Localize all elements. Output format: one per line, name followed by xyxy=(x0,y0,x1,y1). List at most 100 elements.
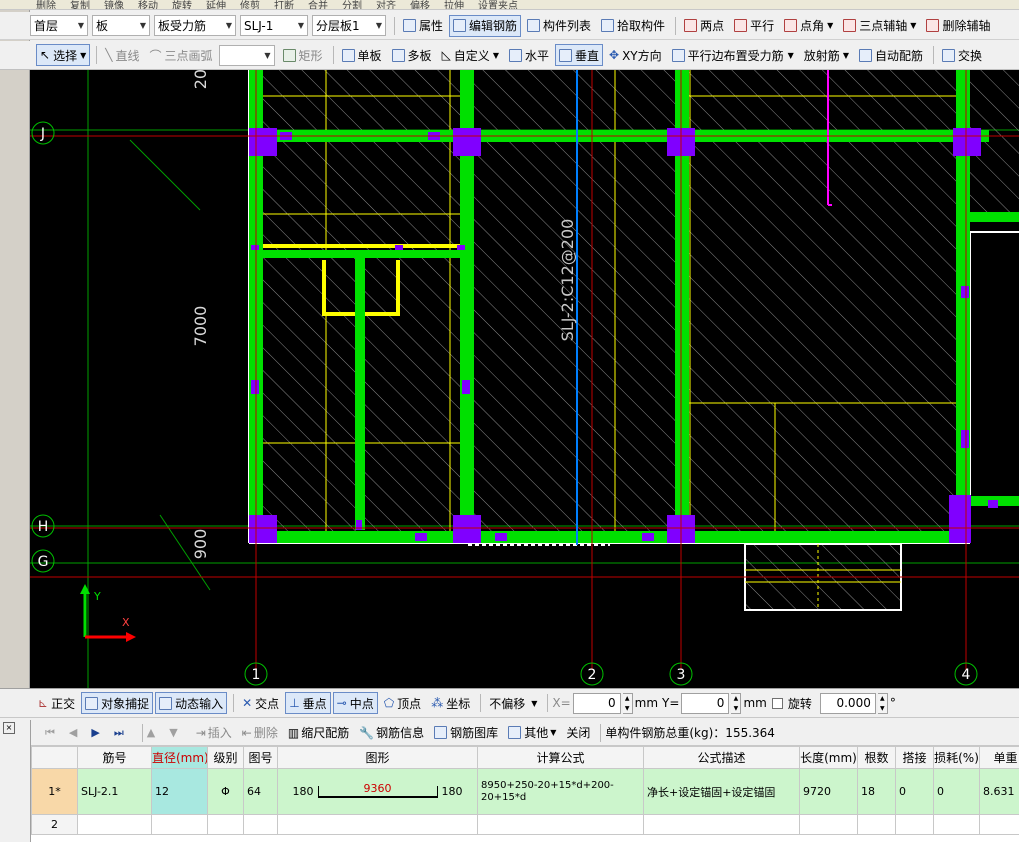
cell-description[interactable] xyxy=(643,814,800,835)
menu-merge[interactable]: 合并 xyxy=(308,0,328,9)
swap-button[interactable]: 交换 xyxy=(938,44,986,66)
cell-length[interactable] xyxy=(799,814,858,835)
row-index[interactable]: 1* xyxy=(31,768,78,815)
move-up-icon[interactable]: ▲ xyxy=(147,726,155,739)
cell-description[interactable]: 净长+设定锚固+设定锚固 xyxy=(643,768,800,815)
drawing-canvas[interactable]: SLJ-2:C12@200 200 7000 900 J H G 1 2 3 4… xyxy=(30,70,1019,688)
cell-lap[interactable]: 0 xyxy=(895,768,934,815)
cell-unit-weight[interactable] xyxy=(979,814,1019,835)
cell-shape-no[interactable] xyxy=(243,814,278,835)
rebar-name-select[interactable]: SLJ-1 ▼ xyxy=(240,15,308,36)
panel-close-icon[interactable]: × xyxy=(3,722,15,734)
custom-button[interactable]: ◺ 自定义 ▼ xyxy=(438,44,503,66)
col-header-lap[interactable]: 搭接 xyxy=(895,746,934,769)
menu-break[interactable]: 打断 xyxy=(274,0,294,9)
line-button[interactable]: ╲ 直线 xyxy=(101,44,143,66)
intersection-snap-button[interactable]: ✕ 交点 xyxy=(238,692,283,714)
prev-record-icon[interactable]: ◀ xyxy=(69,726,77,739)
move-down-icon[interactable]: ▼ xyxy=(169,726,177,739)
cell-formula[interactable]: 8950+250-20+15*d+200-20+15*d xyxy=(477,768,644,815)
cell-length[interactable]: 9720 xyxy=(799,768,858,815)
rebar-info-button[interactable]: 🔧 钢筋信息 xyxy=(355,722,428,744)
menu-set-grip[interactable]: 设置夹点 xyxy=(478,0,518,9)
cell-shape[interactable] xyxy=(277,814,478,835)
next-record-icon[interactable]: ▶ xyxy=(91,726,99,739)
cell-grade[interactable]: Φ xyxy=(207,768,244,815)
x-spinner[interactable]: ▲ ▼ xyxy=(622,692,633,714)
cell-lap[interactable] xyxy=(895,814,934,835)
cell-loss[interactable]: 0 xyxy=(933,768,980,815)
cell-shape-no[interactable]: 64 xyxy=(243,768,278,815)
pick-component-button[interactable]: 拾取构件 xyxy=(597,15,669,37)
multi-slab-button[interactable]: 多板 xyxy=(388,44,436,66)
radial-rebar-button[interactable]: 放射筋 ▼ xyxy=(800,44,853,66)
rect-button[interactable]: 矩形 xyxy=(279,44,327,66)
menu-align[interactable]: 对齐 xyxy=(376,0,396,9)
floor-select[interactable]: 首层 ▼ xyxy=(30,15,88,36)
horizontal-button[interactable]: 水平 xyxy=(505,44,553,66)
rotate-spinner[interactable]: ▲ ▼ xyxy=(877,692,888,714)
cell-shape[interactable]: 180 9360 180 xyxy=(277,768,478,815)
col-header-shape-no[interactable]: 图号 xyxy=(243,746,278,769)
rebar-library-button[interactable]: 钢筋图库 xyxy=(430,722,502,744)
cell-name[interactable]: SLJ-2.1 xyxy=(77,768,152,815)
vertex-snap-button[interactable]: ⬠ 顶点 xyxy=(380,692,425,714)
object-snap-button[interactable]: 对象捕捉 xyxy=(81,692,154,714)
col-header-loss[interactable]: 损耗(%) xyxy=(933,746,980,769)
table-row[interactable]: 2 xyxy=(31,814,1019,835)
cell-formula[interactable] xyxy=(477,814,644,835)
menu-offset[interactable]: 偏移 xyxy=(410,0,430,9)
col-header-name[interactable]: 筋号 xyxy=(77,746,152,769)
layer-select[interactable]: 分层板1 ▼ xyxy=(312,15,386,36)
first-record-icon[interactable]: ⏮ xyxy=(45,726,55,740)
dynamic-input-button[interactable]: 动态输入 xyxy=(155,692,228,714)
close-panel-button[interactable]: 关闭 xyxy=(562,722,594,744)
rebar-type-select[interactable]: 板受力筋 ▼ xyxy=(154,15,236,36)
single-slab-button[interactable]: 单板 xyxy=(338,44,386,66)
component-list-button[interactable]: 构件列表 xyxy=(523,15,595,37)
y-coordinate-input[interactable]: 0 xyxy=(681,692,730,714)
menu-move[interactable]: 移动 xyxy=(138,0,158,9)
parallel-axis-button[interactable]: 平行 xyxy=(730,15,778,37)
point-angle-axis-button[interactable]: 点角 ▼ xyxy=(780,15,837,37)
vertical-button[interactable]: 垂直 xyxy=(554,44,603,66)
cell-diameter[interactable]: 12 xyxy=(151,768,208,815)
two-point-axis-button[interactable]: 两点 xyxy=(680,15,728,37)
insert-row-button[interactable]: ⇥ 插入 xyxy=(192,722,236,744)
x-coordinate-input[interactable]: 0 xyxy=(572,692,621,714)
properties-button[interactable]: 属性 xyxy=(399,15,447,37)
cell-grade[interactable] xyxy=(207,814,244,835)
three-point-axis-button[interactable]: 三点辅轴 ▼ xyxy=(839,15,920,37)
parallel-edge-rebar-button[interactable]: 平行边布置受力筋 ▼ xyxy=(668,44,798,66)
menu-rotate[interactable]: 旋转 xyxy=(172,0,192,9)
xy-direction-button[interactable]: ✥ XY方向 xyxy=(605,44,666,66)
ortho-button[interactable]: ⊾ 正交 xyxy=(34,692,79,714)
col-header-description[interactable]: 公式描述 xyxy=(643,746,800,769)
menu-extend[interactable]: 延伸 xyxy=(206,0,226,9)
arc-button[interactable]: ⌒ 三点画弧 xyxy=(145,44,216,66)
midpoint-snap-button[interactable]: ⊸ 中点 xyxy=(332,692,378,714)
scale-rebar-button[interactable]: ▥ 缩尺配筋 xyxy=(284,722,353,744)
cell-diameter[interactable] xyxy=(151,814,208,835)
menu-trim[interactable]: 修剪 xyxy=(240,0,260,9)
cell-unit-weight[interactable]: 8.631 xyxy=(979,768,1019,815)
col-header-diameter[interactable]: 直径(mm) xyxy=(151,746,208,769)
perpendicular-snap-button[interactable]: ⊥ 垂点 xyxy=(285,692,331,714)
cell-loss[interactable] xyxy=(933,814,980,835)
cell-count[interactable]: 18 xyxy=(857,768,896,815)
delete-axis-button[interactable]: 删除辅轴 xyxy=(922,15,994,37)
col-header-grade[interactable]: 级别 xyxy=(207,746,244,769)
select-button[interactable]: ↖ 选择 ▼ xyxy=(36,44,91,66)
menu-copy[interactable]: 复制 xyxy=(70,0,90,9)
menu-mirror[interactable]: 镜像 xyxy=(104,0,124,9)
delete-row-button[interactable]: ⇤ 删除 xyxy=(238,722,282,744)
component-type-select[interactable]: 板 ▼ xyxy=(92,15,150,36)
rotate-input[interactable]: 0.000 xyxy=(819,692,876,714)
col-header-count[interactable]: 根数 xyxy=(857,746,896,769)
col-header-unit-weight[interactable]: 单重 xyxy=(979,746,1019,769)
last-record-icon[interactable]: ⏭ xyxy=(114,726,124,740)
offset-select[interactable]: 不偏移 ▼ xyxy=(485,692,541,714)
menu-split[interactable]: 分割 xyxy=(342,0,362,9)
table-row[interactable]: 1* SLJ-2.1 12 Φ 64 180 9360 180 8950+250… xyxy=(31,768,1019,815)
col-header-formula[interactable]: 计算公式 xyxy=(477,746,644,769)
